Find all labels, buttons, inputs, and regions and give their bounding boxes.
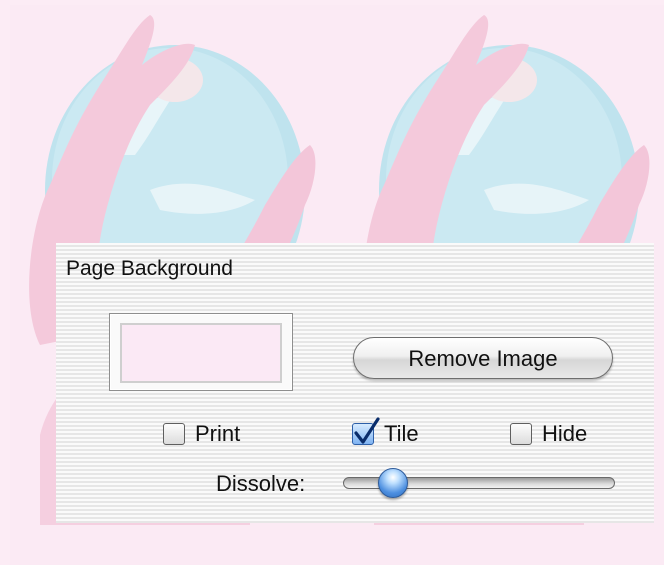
remove-image-button[interactable]: Remove Image [353, 337, 613, 379]
hide-label: Hide [542, 421, 588, 446]
print-checkbox[interactable]: Print [163, 421, 240, 447]
hide-checkbox[interactable]: Hide [510, 421, 587, 447]
tile-label: Tile [384, 421, 419, 446]
checkmark-icon [354, 417, 380, 444]
page-background-panel: Page Background Remove Image Print Tile … [56, 243, 654, 523]
dissolve-slider-thumb[interactable] [378, 468, 408, 498]
checkbox-box-checked[interactable] [352, 417, 380, 445]
print-label: Print [195, 421, 241, 446]
background-color-well[interactable] [109, 313, 293, 391]
background-color-swatch [120, 323, 282, 383]
dissolve-label: Dissolve: [216, 471, 306, 496]
panel-title: Page Background [66, 257, 233, 280]
tile-checkbox[interactable]: Tile [352, 417, 419, 447]
checkbox-box[interactable] [163, 423, 185, 445]
checkbox-box[interactable] [510, 423, 532, 445]
